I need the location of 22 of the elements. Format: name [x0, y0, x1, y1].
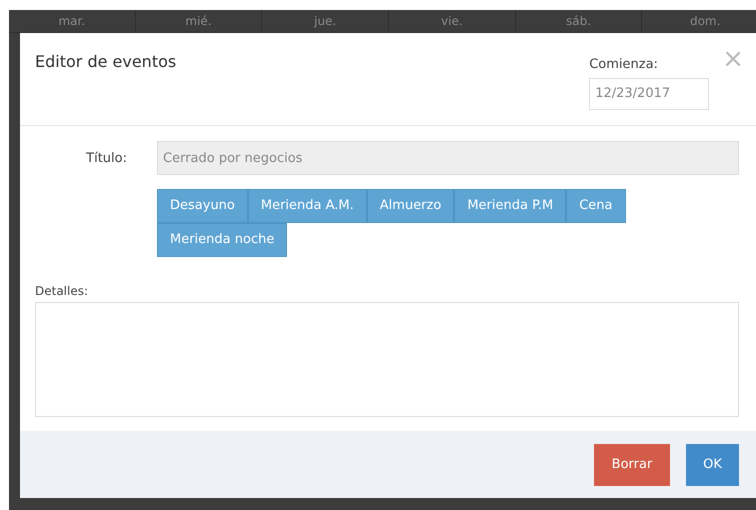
start-label: Comienza:: [589, 56, 658, 74]
meal-button[interactable]: Almuerzo: [366, 189, 454, 223]
delete-button[interactable]: Borrar: [594, 444, 670, 486]
dialog-title: Editor de eventos: [35, 51, 176, 73]
meal-button[interactable]: Merienda noche: [157, 223, 288, 257]
details-label: Detalles:: [35, 283, 88, 300]
day-header: jue.: [314, 13, 336, 30]
title-field[interactable]: Cerrado por negocios: [157, 141, 739, 175]
meal-button[interactable]: Desayuno: [157, 189, 248, 223]
day-header: mié.: [185, 13, 212, 30]
meal-button[interactable]: Merienda A.M.: [248, 189, 367, 223]
day-header: mar.: [58, 13, 86, 30]
day-header: vie.: [441, 13, 463, 30]
close-button[interactable]: ×: [722, 46, 744, 72]
meal-button[interactable]: Merienda P.M: [454, 189, 566, 223]
date-field[interactable]: 12/23/2017: [589, 78, 710, 110]
day-header: sáb.: [566, 13, 592, 30]
meal-button[interactable]: Cena: [566, 189, 626, 223]
day-header: dom.: [690, 13, 720, 30]
details-field[interactable]: [35, 302, 739, 417]
ok-button[interactable]: OK: [686, 444, 739, 486]
title-label: Título:: [85, 150, 127, 168]
